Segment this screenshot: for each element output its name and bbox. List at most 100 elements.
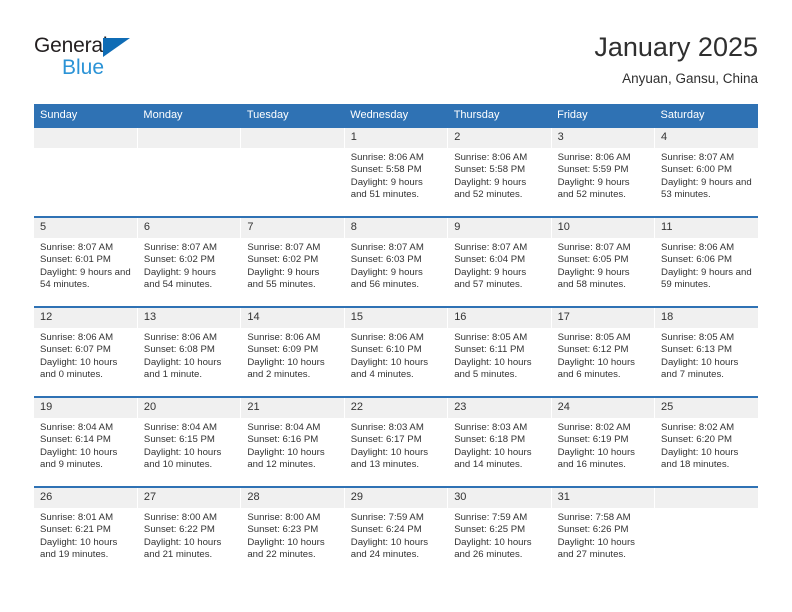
calendar-day-cell[interactable]: 12 Sunrise: 8:06 AM Sunset: 6:07 PM Dayligh… bbox=[34, 306, 138, 397]
day-details: Sunrise: 8:07 AM Sunset: 6:04 PM Daylight:… bbox=[448, 238, 550, 291]
daylight-text: Daylight: 9 hours and 51 minutes. bbox=[350, 176, 423, 200]
calendar-day-cell[interactable]: 7 Sunrise: 8:07 AM Sunset: 6:02 PM Daylight… bbox=[240, 216, 345, 307]
sunrise-text: Sunrise: 8:05 AM bbox=[661, 332, 735, 343]
calendar-day-cell[interactable]: 16 Sunrise: 8:05 AM Sunset: 6:11 PM Dayligh… bbox=[447, 306, 552, 397]
weekday-header-monday: Monday bbox=[137, 104, 241, 127]
sunset-text: Sunset: 6:16 PM bbox=[247, 434, 319, 446]
sunrise-text: Sunrise: 8:04 AM bbox=[143, 422, 217, 433]
sunset-text: Sunset: 6:03 PM bbox=[350, 254, 422, 266]
calendar-day-cell[interactable]: 21 Sunrise: 8:04 AM Sunset: 6:16 PM Dayligh… bbox=[240, 396, 345, 487]
day-details: Sunrise: 8:04 AM Sunset: 6:16 PM Daylight:… bbox=[241, 418, 343, 471]
sunrise-text: Sunrise: 8:04 AM bbox=[247, 422, 321, 433]
day-number: 15 bbox=[344, 308, 448, 328]
calendar-day-cell[interactable]: 2 Sunrise: 8:06 AM Sunset: 5:58 PM Daylight… bbox=[447, 126, 552, 217]
calendar-day-cell[interactable]: 3 Sunrise: 8:06 AM Sunset: 5:59 PM Daylight… bbox=[551, 126, 656, 217]
calendar-day-cell[interactable]: 14 Sunrise: 8:06 AM Sunset: 6:09 PM Dayligh… bbox=[240, 306, 345, 397]
weekday-header-row: Sunday Monday Tuesday Wednesday Thursday… bbox=[34, 104, 758, 127]
sunrise-text: Sunrise: 8:06 AM bbox=[143, 332, 217, 343]
day-number: 25 bbox=[655, 398, 758, 418]
calendar-day-cell[interactable]: 28 Sunrise: 8:00 AM Sunset: 6:23 PM Dayligh… bbox=[240, 486, 345, 577]
daylight-text: Daylight: 10 hours and 9 minutes. bbox=[40, 446, 118, 470]
sunrise-text: Sunrise: 8:05 AM bbox=[454, 332, 528, 343]
calendar-day-cell[interactable]: 30 Sunrise: 7:59 AM Sunset: 6:25 PM Dayligh… bbox=[447, 486, 552, 577]
calendar-day-cell[interactable]: 27 Sunrise: 8:00 AM Sunset: 6:22 PM Dayligh… bbox=[137, 486, 242, 577]
calendar-day-cell[interactable]: 20 Sunrise: 8:04 AM Sunset: 6:15 PM Dayligh… bbox=[137, 396, 242, 487]
calendar-day-cell[interactable]: 8 Sunrise: 8:07 AM Sunset: 6:03 PM Daylight… bbox=[344, 216, 449, 307]
daylight-text: Daylight: 10 hours and 18 minutes. bbox=[661, 446, 739, 470]
sunset-text: Sunset: 6:11 PM bbox=[454, 344, 525, 356]
calendar-day-cell[interactable]: 18 Sunrise: 8:05 AM Sunset: 6:13 PM Dayligh… bbox=[654, 306, 758, 397]
day-number: 18 bbox=[655, 308, 758, 328]
calendar-day-cell[interactable]: 22 Sunrise: 8:03 AM Sunset: 6:17 PM Dayligh… bbox=[344, 396, 449, 487]
day-number: 1 bbox=[344, 128, 448, 148]
calendar-day-cell[interactable]: 29 Sunrise: 7:59 AM Sunset: 6:24 PM Dayligh… bbox=[344, 486, 449, 577]
day-number: 7 bbox=[241, 218, 344, 238]
calendar-day-cell[interactable]: 4 Sunrise: 8:07 AM Sunset: 6:00 PM Daylight… bbox=[654, 126, 758, 217]
weekday-header-wednesday: Wednesday bbox=[344, 104, 448, 127]
day-details: Sunrise: 8:06 AM Sunset: 6:09 PM Daylight:… bbox=[241, 328, 343, 381]
calendar-day-cell[interactable]: 10 Sunrise: 8:07 AM Sunset: 6:05 PM Dayligh… bbox=[551, 216, 656, 307]
calendar-day-cell[interactable]: 5 Sunrise: 8:07 AM Sunset: 6:01 PM Daylight… bbox=[34, 216, 138, 307]
sunset-text: Sunset: 6:26 PM bbox=[557, 524, 629, 536]
sunrise-text: Sunrise: 8:01 AM bbox=[40, 512, 114, 523]
calendar-week-row: 1 Sunrise: 8:06 AM Sunset: 5:58 PM Daylight… bbox=[34, 126, 758, 217]
daylight-text: Daylight: 10 hours and 4 minutes. bbox=[350, 356, 429, 380]
calendar-day-cell[interactable]: 19 Sunrise: 8:04 AM Sunset: 6:14 PM Dayligh… bbox=[34, 396, 138, 487]
daylight-text: Daylight: 10 hours and 26 minutes. bbox=[454, 536, 532, 560]
day-details: Sunrise: 8:03 AM Sunset: 6:17 PM Daylight:… bbox=[345, 418, 447, 471]
sunset-text: Sunset: 5:59 PM bbox=[557, 164, 629, 176]
day-number: 5 bbox=[34, 218, 137, 238]
calendar-day-cell[interactable]: 17 Sunrise: 8:05 AM Sunset: 6:12 PM Dayligh… bbox=[551, 306, 656, 397]
day-number: 4 bbox=[655, 128, 758, 148]
day-number: 6 bbox=[137, 218, 241, 238]
daylight-text: Daylight: 10 hours and 27 minutes. bbox=[557, 536, 635, 560]
calendar-day-cell[interactable]: 31 Sunrise: 7:58 AM Sunset: 6:26 PM Dayligh… bbox=[551, 486, 656, 577]
day-details: Sunrise: 7:58 AM Sunset: 6:26 PM Daylight:… bbox=[552, 508, 654, 561]
day-number: 20 bbox=[137, 398, 241, 418]
sunset-text: Sunset: 6:12 PM bbox=[557, 344, 629, 356]
sunset-text: Sunset: 6:14 PM bbox=[40, 434, 111, 446]
calendar-day-cell[interactable]: 13 Sunrise: 8:06 AM Sunset: 6:08 PM Dayligh… bbox=[137, 306, 242, 397]
day-details: Sunrise: 7:59 AM Sunset: 6:24 PM Daylight:… bbox=[345, 508, 447, 561]
general-blue-logo[interactable]: General Blue bbox=[34, 34, 164, 86]
calendar-day-cell[interactable]: 6 Sunrise: 8:07 AM Sunset: 6:02 PM Daylight… bbox=[137, 216, 242, 307]
sunrise-text: Sunrise: 7:58 AM bbox=[557, 512, 631, 523]
calendar-day-cell[interactable]: 26 Sunrise: 8:01 AM Sunset: 6:21 PM Dayligh… bbox=[34, 486, 138, 577]
daylight-text: Daylight: 9 hours and 59 minutes. bbox=[661, 266, 752, 290]
sunrise-text: Sunrise: 8:00 AM bbox=[247, 512, 321, 523]
calendar-day-cell-empty bbox=[654, 486, 758, 577]
daylight-text: Daylight: 10 hours and 16 minutes. bbox=[557, 446, 635, 470]
calendar-day-cell[interactable]: 11 Sunrise: 8:06 AM Sunset: 6:06 PM Dayligh… bbox=[654, 216, 758, 307]
day-details: Sunrise: 8:01 AM Sunset: 6:21 PM Daylight:… bbox=[34, 508, 137, 561]
daylight-text: Daylight: 10 hours and 1 minute. bbox=[143, 356, 222, 380]
sunset-text: Sunset: 6:07 PM bbox=[40, 344, 111, 356]
day-details: Sunrise: 8:05 AM Sunset: 6:11 PM Daylight:… bbox=[448, 328, 550, 381]
sunset-text: Sunset: 6:06 PM bbox=[661, 254, 732, 266]
day-number: 3 bbox=[551, 128, 655, 148]
blue-triangle-icon bbox=[103, 38, 130, 57]
day-details: Sunrise: 8:07 AM Sunset: 6:01 PM Daylight:… bbox=[34, 238, 137, 291]
daylight-text: Daylight: 9 hours and 53 minutes. bbox=[661, 176, 752, 200]
daylight-text: Daylight: 10 hours and 0 minutes. bbox=[40, 356, 118, 380]
sunset-text: Sunset: 6:10 PM bbox=[350, 344, 422, 356]
sunset-text: Sunset: 6:21 PM bbox=[40, 524, 111, 536]
day-number: 8 bbox=[344, 218, 448, 238]
day-number: 31 bbox=[551, 488, 655, 508]
calendar-day-cell[interactable]: 24 Sunrise: 8:02 AM Sunset: 6:19 PM Dayligh… bbox=[551, 396, 656, 487]
calendar-day-cell[interactable]: 9 Sunrise: 8:07 AM Sunset: 6:04 PM Daylight… bbox=[447, 216, 552, 307]
calendar-day-cell[interactable]: 23 Sunrise: 8:03 AM Sunset: 6:18 PM Dayligh… bbox=[447, 396, 552, 487]
sunset-text: Sunset: 6:08 PM bbox=[143, 344, 215, 356]
sunset-text: Sunset: 6:13 PM bbox=[661, 344, 732, 356]
day-details: Sunrise: 8:06 AM Sunset: 5:58 PM Daylight:… bbox=[345, 148, 447, 201]
sunset-text: Sunset: 6:00 PM bbox=[661, 164, 732, 176]
calendar-grid: Sunday Monday Tuesday Wednesday Thursday… bbox=[34, 104, 758, 577]
sunrise-text: Sunrise: 8:03 AM bbox=[350, 422, 424, 433]
weekday-header-friday: Friday bbox=[551, 104, 655, 127]
daylight-text: Daylight: 10 hours and 13 minutes. bbox=[350, 446, 429, 470]
calendar-day-cell[interactable]: 15 Sunrise: 8:06 AM Sunset: 6:10 PM Dayligh… bbox=[344, 306, 449, 397]
sunrise-text: Sunrise: 8:06 AM bbox=[40, 332, 114, 343]
calendar-day-cell[interactable]: 25 Sunrise: 8:02 AM Sunset: 6:20 PM Dayligh… bbox=[654, 396, 758, 487]
day-number: 16 bbox=[448, 308, 551, 328]
day-number bbox=[655, 488, 758, 508]
calendar-day-cell[interactable]: 1 Sunrise: 8:06 AM Sunset: 5:58 PM Daylight… bbox=[344, 126, 449, 217]
